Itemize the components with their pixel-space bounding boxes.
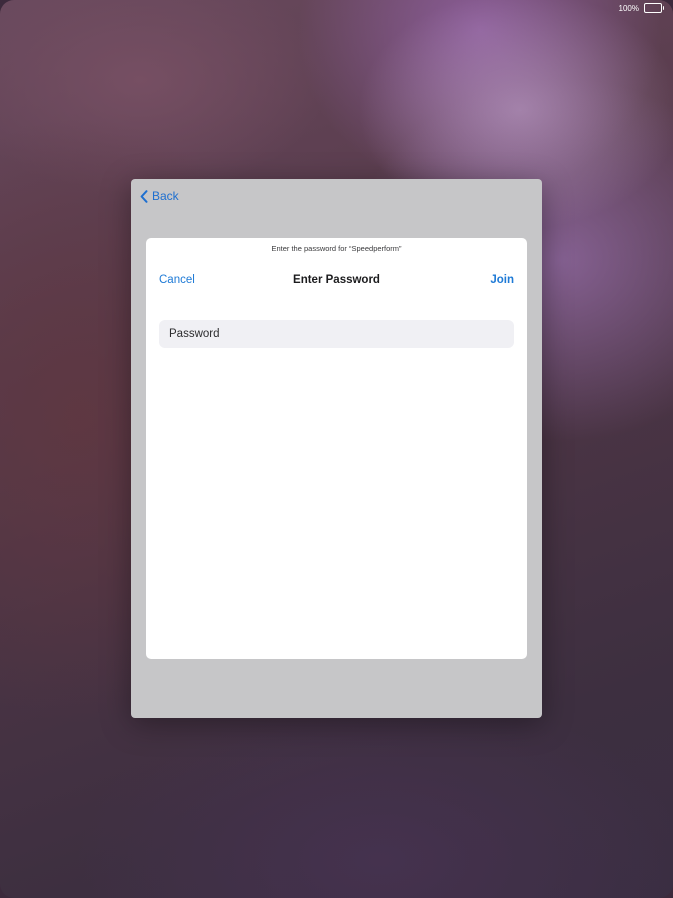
- battery-full-icon: [644, 3, 664, 13]
- wifi-sheet: Back Enter the password for “Speedperfor…: [131, 179, 542, 718]
- dialog-title: Enter Password: [293, 274, 380, 286]
- password-dialog: Enter the password for “Speedperform” Ca…: [146, 238, 527, 659]
- cancel-button[interactable]: Cancel: [159, 274, 195, 286]
- password-prompt: Enter the password for “Speedperform”: [271, 244, 402, 253]
- chevron-left-icon: [140, 189, 148, 203]
- back-button-label: Back: [152, 189, 179, 203]
- dialog-nav-bar: Cancel Enter Password Join: [159, 272, 514, 288]
- password-input[interactable]: [159, 320, 514, 348]
- status-bar: 100%: [618, 3, 664, 13]
- battery-percent: 100%: [618, 3, 639, 13]
- back-button[interactable]: Back: [140, 189, 179, 203]
- join-button[interactable]: Join: [490, 274, 514, 286]
